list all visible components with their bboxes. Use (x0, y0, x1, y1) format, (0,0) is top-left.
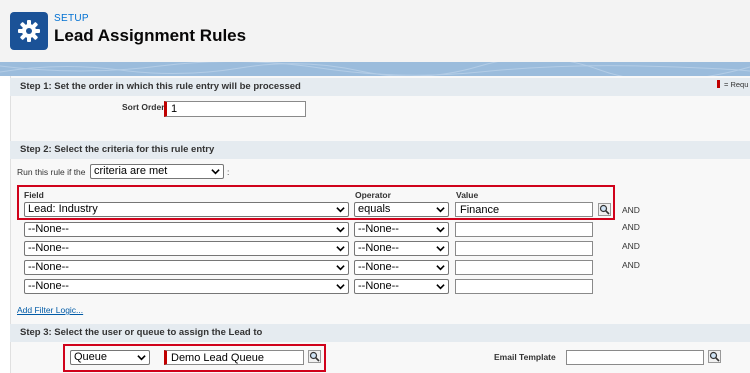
field-select[interactable]: --None-- (24, 279, 349, 294)
operator-select[interactable]: --None-- (354, 279, 449, 294)
lookup-icon[interactable] (708, 350, 721, 363)
add-filter-logic-link[interactable]: Add Filter Logic... (17, 305, 83, 315)
email-template-label: Email Template (494, 352, 556, 362)
field-select[interactable]: --None-- (24, 222, 349, 237)
chevron-down-icon (336, 246, 345, 252)
value-input[interactable] (455, 260, 593, 275)
run-rule-suffix: : (227, 167, 230, 177)
gear-icon (10, 12, 48, 50)
chevron-down-icon (336, 227, 345, 233)
email-template-input[interactable] (566, 350, 704, 365)
chevron-down-icon (436, 265, 445, 271)
sort-order-label: Sort Order (122, 102, 165, 112)
required-marker-legend (717, 80, 720, 88)
and-label: AND (622, 260, 640, 270)
step2-title: Step 2: Select the criteria for this rul… (20, 144, 215, 155)
chevron-down-icon (211, 169, 220, 175)
required-legend: = Requ (724, 80, 749, 89)
and-label: AND (622, 205, 640, 215)
run-rule-select[interactable]: criteria are met (90, 164, 224, 179)
chevron-down-icon (436, 227, 445, 233)
chevron-down-icon (336, 284, 345, 290)
header-band (0, 62, 750, 76)
step2-header: Step 2: Select the criteria for this rul… (10, 141, 750, 159)
value-input[interactable] (455, 222, 593, 237)
field-select[interactable]: --None-- (24, 260, 349, 275)
step1-title: Step 1: Set the order in which this rule… (20, 81, 301, 92)
and-label: AND (622, 222, 640, 232)
value-input[interactable] (455, 279, 593, 294)
step3-header: Step 3: Select the user or queue to assi… (10, 324, 750, 342)
field-select[interactable]: --None-- (24, 241, 349, 256)
step3-title: Step 3: Select the user or queue to assi… (20, 327, 263, 338)
highlight-assignee-box (63, 344, 326, 372)
sort-order-input[interactable]: 1 (164, 101, 306, 117)
operator-select[interactable]: --None-- (354, 241, 449, 256)
page-title: Lead Assignment Rules (54, 26, 247, 45)
run-rule-label: Run this rule if the (17, 167, 86, 177)
highlight-criteria-box (17, 185, 615, 220)
chevron-down-icon (436, 284, 445, 290)
value-input[interactable] (455, 241, 593, 256)
setup-label: SETUP (54, 13, 89, 24)
step1-header: Step 1: Set the order in which this rule… (10, 78, 750, 96)
and-label: AND (622, 241, 640, 251)
chevron-down-icon (336, 265, 345, 271)
operator-select[interactable]: --None-- (354, 222, 449, 237)
page-header: SETUP Lead Assignment Rules (0, 0, 750, 62)
chevron-down-icon (436, 246, 445, 252)
operator-select[interactable]: --None-- (354, 260, 449, 275)
